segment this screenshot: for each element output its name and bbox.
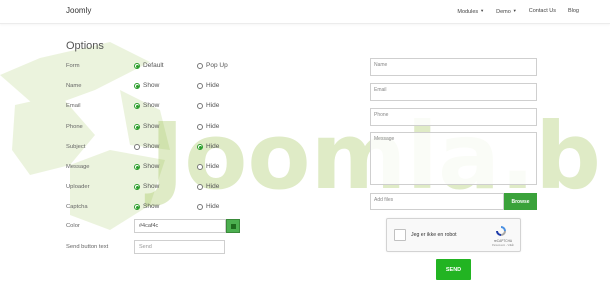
captcha-checkbox[interactable] [394, 229, 406, 241]
radio-phone-opt1[interactable]: Show [134, 123, 159, 130]
radio-icon [197, 143, 203, 150]
radio-name-opt1[interactable]: Show [134, 82, 159, 89]
radio-subject-opt1[interactable]: Show [134, 143, 159, 150]
radio-name-opt2[interactable]: Hide [197, 82, 219, 89]
radio-label: Hide [206, 203, 220, 210]
name-field[interactable]: Name [370, 58, 537, 76]
radio-label: Show [143, 102, 160, 109]
menu-item-modules[interactable]: Modules ▼ [457, 8, 484, 15]
captcha-brand: reCAPTCHA [493, 239, 513, 243]
radio-form-opt1[interactable]: Default [134, 62, 164, 69]
radio-label: Hide [206, 183, 220, 190]
color-input[interactable]: #4caf4c [134, 219, 226, 233]
option-label-captcha: Captcha [66, 204, 88, 210]
radio-label: Show [143, 163, 160, 170]
file-input[interactable]: Add files [370, 193, 504, 210]
brand-logo[interactable]: Joomly [66, 6, 91, 15]
radio-icon [197, 183, 203, 190]
captcha-label: Jeg er ikke en robot [411, 232, 457, 238]
option-label-name: Name [66, 83, 82, 89]
radio-label: Hide [206, 163, 220, 170]
radio-label: Default [143, 62, 164, 69]
recaptcha-icon [496, 226, 506, 236]
color-label: Color [66, 223, 80, 229]
radio-icon [197, 62, 203, 69]
radio-icon [134, 183, 140, 190]
radio-label: Hide [206, 123, 220, 130]
main-menu: Modules ▼ Demo ▼ Contact Us Blog [445, 8, 579, 15]
radio-label: Hide [206, 102, 220, 109]
radio-message-opt1[interactable]: Show [134, 163, 159, 170]
menu-item-blog[interactable]: Blog [568, 8, 579, 15]
radio-subject-opt2[interactable]: Hide [197, 143, 219, 150]
radio-phone-opt2[interactable]: Hide [197, 123, 219, 130]
option-label-email: Email [66, 103, 81, 109]
radio-label: Show [143, 143, 160, 150]
chevron-down-icon: ▼ [480, 8, 485, 13]
radio-icon [197, 102, 203, 109]
options-heading: Options [66, 40, 104, 52]
radio-icon [197, 163, 203, 170]
menu-item-label: Demo [496, 9, 511, 15]
radio-icon [197, 82, 203, 89]
radio-label: Show [143, 203, 160, 210]
radio-icon [134, 102, 140, 109]
radio-email-opt2[interactable]: Hide [197, 102, 219, 109]
send-text-label: Send button text [66, 244, 109, 250]
chevron-down-icon: ▼ [512, 8, 517, 13]
radio-captcha-opt2[interactable]: Hide [197, 203, 219, 210]
radio-label: Show [143, 183, 160, 190]
option-label-message: Message [66, 164, 90, 170]
radio-label: Hide [206, 143, 220, 150]
send-button[interactable]: SEND [436, 259, 471, 280]
radio-icon [134, 143, 140, 150]
radio-icon [134, 82, 140, 89]
menu-item-contact-us[interactable]: Contact Us [529, 8, 556, 15]
top-navbar: Joomly Modules ▼ Demo ▼ Contact Us Blog [0, 0, 610, 24]
radio-icon [134, 123, 140, 130]
captcha-terms[interactable]: Personvern - Vilkår [486, 244, 520, 247]
send-text-input[interactable]: Send [134, 240, 225, 254]
radio-message-opt2[interactable]: Hide [197, 163, 219, 170]
radio-label: Hide [206, 82, 220, 89]
page-content: Options Form Default Pop Up Name Show Hide Ema… [0, 0, 610, 284]
phone-field[interactable]: Phone [370, 108, 537, 126]
radio-icon [134, 62, 140, 69]
option-label-uploader: Uploader [66, 184, 90, 190]
menu-item-label: Modules [457, 9, 479, 15]
radio-uploader-opt2[interactable]: Hide [197, 183, 219, 190]
radio-label: Show [143, 82, 160, 89]
radio-icon [134, 163, 140, 170]
recaptcha-widget: Jeg er ikke en robot reCAPTCHA Personver… [386, 218, 521, 252]
message-field[interactable]: Message [370, 132, 537, 185]
radio-icon [134, 203, 140, 210]
radio-form-opt2[interactable]: Pop Up [197, 62, 228, 69]
color-picker-button[interactable] [226, 219, 240, 233]
menu-item-demo[interactable]: Demo ▼ [496, 8, 517, 15]
radio-email-opt1[interactable]: Show [134, 102, 159, 109]
radio-icon [197, 123, 203, 130]
radio-label: Pop Up [206, 62, 228, 69]
radio-icon [197, 203, 203, 210]
option-label-phone: Phone [66, 124, 83, 130]
radio-uploader-opt1[interactable]: Show [134, 183, 159, 190]
browse-button[interactable]: Browse [504, 193, 537, 210]
radio-label: Show [143, 123, 160, 130]
radio-captcha-opt1[interactable]: Show [134, 203, 159, 210]
option-label-subject: Subject [66, 144, 86, 150]
option-label-form: Form [66, 63, 80, 69]
email-field[interactable]: Email [370, 83, 537, 101]
palette-icon [230, 223, 236, 229]
